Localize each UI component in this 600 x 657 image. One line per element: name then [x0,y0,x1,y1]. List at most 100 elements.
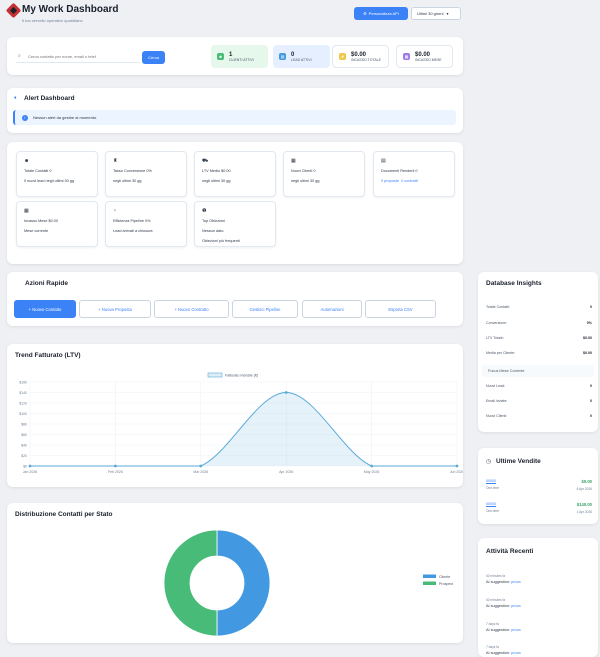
sale-item: 00000 $140.00 One-time 1 Apr 2026 [486,502,592,514]
stat-active-clients: ☻ 1 CLIENTI ATTIVI [211,45,268,68]
activity-link[interactable]: prova [511,580,521,584]
metric-subtitle: 0 nuovi lead negli ultimi 30 gg [24,179,75,183]
metric-subtitle: Lead arrivati a chiusura [113,229,153,233]
donut-slice [216,529,271,637]
sale-item: 00000 $0.00 One-time 6 Apr 2026 [486,479,592,491]
insight-row: Conversione: 0% [486,321,592,325]
legend-swatch [207,372,223,378]
page-subtitle: Il tuo cervello operativo quotidiano [22,18,83,23]
export-csv-button[interactable]: Esporta CSV [365,300,436,318]
data-point [284,391,288,394]
manage-pipeline-button[interactable]: Gestisci Pipeline [232,300,298,318]
chart-icon: ⬈ [339,53,346,60]
cart-icon: ⛟ [202,158,209,164]
x-tick-label: May 2026 [364,470,379,474]
y-tick-label: $40 [21,443,27,447]
metric-title: Nuovi Clienti 0 [291,169,316,173]
metric-card: ▦ Nuovi Clienti 0 negli ultimi 30 gg [283,151,365,197]
stat-month-income: ▦ $0.00 INCASSO MESE [396,45,453,68]
distribution-chart: Cliente Prospect [163,529,453,637]
contracts-link[interactable]: 0 contratti [401,179,418,183]
pie-icon: ◔ [113,208,117,214]
x-tick-label: Jan 2026 [23,470,37,474]
y-tick-label: $0 [23,464,27,468]
trend-title: Trend Fatturato (LTV) [15,352,81,359]
distribution-title: Distribuzione Contatti per Stato [15,511,113,518]
insight-row: Nuovi Lead: 0 [486,384,592,388]
x-tick-label: Apr 2026 [279,470,293,474]
insight-row: Nuovi Clienti: 0 [486,414,592,418]
activity-title: Attività Recenti [486,548,534,555]
app-logo [5,2,22,19]
search-button[interactable]: Cerca [142,51,165,64]
y-tick-label: $20 [21,454,27,458]
calendar-icon: ▦ [403,53,410,60]
y-tick-label: $60 [21,433,27,437]
x-tick-label: Jun 2026 [450,470,463,474]
calendar-icon: ▦ [24,208,29,214]
quick-actions-title: Azioni Rapide [25,280,68,287]
stat-active-leads: ▤ 0 LEAD ATTIVI [273,45,330,68]
metric-title: Efficienza Pipeline 0% [113,219,151,223]
legend-swatch [423,581,436,585]
metric-title: Incasso Mese $0.00 [24,219,58,223]
settings-icon: ⚙ [363,11,367,16]
insight-row: Email inviate: 0 [486,399,592,403]
focus-header: Focus Mese Corrente [482,365,594,377]
metric-card: ◔ Efficienza Pipeline 0% Lead arrivati a c… [105,201,187,247]
new-contract-button[interactable]: + Nuovo Contratto [154,300,229,318]
metric-card: ▦ Incasso Mese $0.00 Mese corrente [16,201,98,247]
metric-title: Totale Contatti 0 [24,169,52,173]
stat-total-income: ⬈ $0.00 INCASSO TOTALE [332,45,389,68]
activity-item: 40 minutes fa AI suggestion: prova [486,574,521,584]
new-contact-button[interactable]: + Nuovo Contatto [14,300,76,318]
metric-card: ☻ Totale Contatti 0 0 nuovi lead negli ult… [16,151,98,197]
info-icon: i [22,114,28,121]
metric-title: Tasso Conversione 0% [113,169,152,173]
automations-button[interactable]: Automazioni [302,300,362,318]
activity-link[interactable]: prova [511,651,521,655]
donut-slice [163,529,218,637]
customize-api-button[interactable]: ⚙ Personalizza API [354,7,408,20]
insight-row: Media per Cliente: $0.00 [486,351,592,355]
insight-row: Totale Contatti: 0 [486,305,592,309]
proposals-link[interactable]: 0 proposte [381,179,399,183]
search-input[interactable] [16,51,140,63]
new-proposal-button[interactable]: + Nuova Proposta [79,300,151,318]
activity-link[interactable]: prova [511,628,521,632]
sales-title: Ultime Vendite [496,458,541,465]
metric-subtitle: negli ultimi 30 gg [291,179,320,183]
metric-title: Top Obiezioni [202,219,226,223]
y-tick-label: $120 [19,401,27,405]
metric-card: ⛟ LTV Medio $0.00 negli ultimi 30 gg [194,151,276,197]
metric-card: ♜ Tasso Conversione 0% negli ultimi 30 gg [105,151,187,197]
page-title: My Work Dashboard [22,4,119,15]
data-point [28,464,32,468]
search-icon: ⌕ [18,53,21,59]
metric-title: LTV Medio $0.00 [202,169,231,173]
sale-client-link[interactable]: 00000 [486,479,592,483]
y-tick-label: $140 [19,391,27,395]
y-tick-label: $160 [19,380,27,384]
info-icon: ❶ [202,208,207,214]
x-tick-label: Feb 2026 [108,470,123,474]
alert-title: Alert Dashboard [24,95,75,102]
x-tick-label: Mar 2026 [193,470,208,474]
metric-card: ▤ Documenti Renderli 0 0 proposte 0 contra… [373,151,455,197]
activity-link[interactable]: prova [511,604,521,608]
insights-title: Database Insights [486,280,542,287]
legend-swatch [423,574,436,578]
metric-subtitle: negli ultimi 30 gg [202,179,231,183]
activity-item: 7 days fa AI suggestion: prova [486,622,521,632]
y-tick-label: $80 [21,422,27,426]
period-select[interactable]: Ultimi 30 giorni ▾ [411,7,461,20]
metric-card: ❶ Top Obiezioni Nessun dato. Obiezioni più … [194,201,276,247]
clock-icon: ◷ [486,459,492,465]
data-point [114,464,117,468]
series-area [30,392,457,466]
activity-item: 7 days fa AI suggestion: prova [486,645,521,655]
insight-row: LTV Totale: $0.00 [486,336,592,340]
users-icon: ☻ [217,53,224,60]
data-point [199,464,203,468]
data-point [370,464,373,468]
